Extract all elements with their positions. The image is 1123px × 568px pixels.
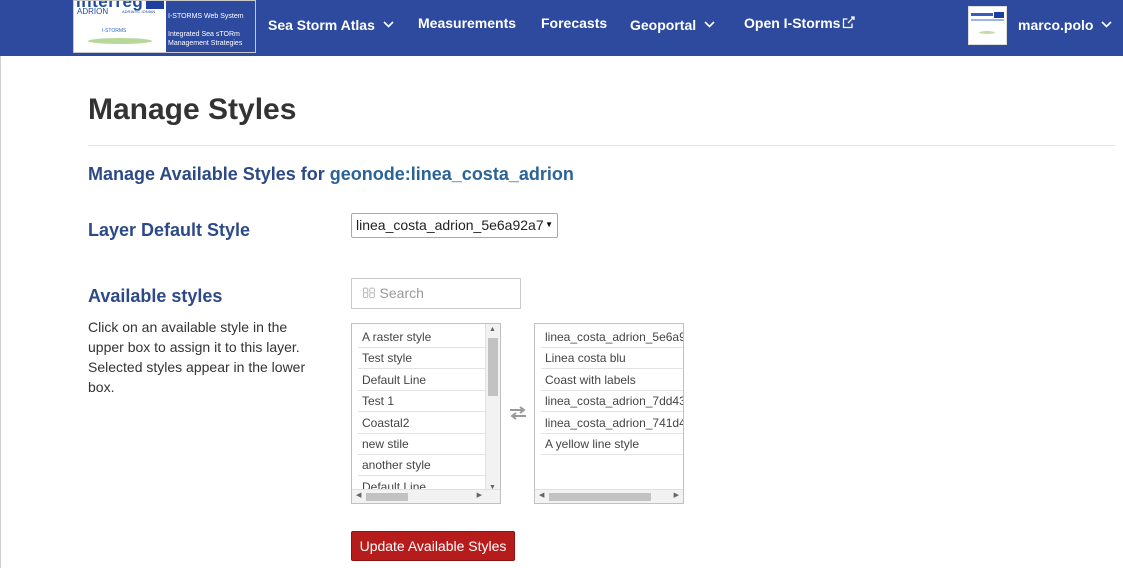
eu-flag-icon xyxy=(146,1,164,9)
select-arrow-icon: ▼ xyxy=(545,220,553,229)
update-styles-button[interactable]: Update Available Styles xyxy=(351,531,515,561)
logo-program-sub: ADRIATIC IONIAN xyxy=(122,9,156,14)
style-search-input[interactable]:  Search xyxy=(351,278,521,309)
scroll-left-icon[interactable]: ◀ xyxy=(356,491,361,499)
nav-label: Open I-Storms xyxy=(744,15,841,31)
logo-system-name: I-STORMS Web System xyxy=(168,13,244,20)
avatar-logo-bar xyxy=(971,13,993,16)
chevron-down-icon xyxy=(1101,15,1113,31)
style-list-item[interactable]: new stile xyxy=(358,434,486,455)
nav-open-istorms[interactable]: Open I-Storms xyxy=(744,15,856,32)
default-style-label: Layer Default Style xyxy=(88,220,251,240)
chevron-down-icon xyxy=(383,15,394,31)
logo-system-panel: I-STORMS Web System Integrated Sea sTORm… xyxy=(166,1,255,52)
logo-project: I-STORMS xyxy=(102,28,127,34)
nav-label: Geoportal xyxy=(630,17,697,33)
layer-name: geonode:linea_costa_adrion xyxy=(329,164,574,184)
heading-prefix: Manage Available Styles for xyxy=(88,164,325,184)
style-list-item[interactable]: linea_costa_adrion_7dd43 xyxy=(541,391,683,413)
style-list-item[interactable]: Linea costa blu xyxy=(541,348,683,370)
scrollbar-thumb[interactable] xyxy=(366,493,408,501)
available-styles-label: Available styles xyxy=(88,286,223,306)
style-list-item[interactable]: Test style xyxy=(358,348,486,370)
style-list-item[interactable]: Coastal2 xyxy=(358,413,486,434)
horizontal-scrollbar[interactable]: ◀ ▶ xyxy=(535,489,683,503)
avatar-logo-line xyxy=(971,19,1004,21)
scroll-up-icon[interactable]: ▲ xyxy=(489,326,496,333)
style-list-item[interactable]: Test 1 xyxy=(358,391,486,413)
nav-geoportal[interactable]: Geoportal xyxy=(630,15,715,33)
nav-forecasts[interactable]: Forecasts xyxy=(541,15,607,31)
scroll-right-icon[interactable]: ▶ xyxy=(477,491,482,499)
avatar-logo-wave xyxy=(979,31,995,34)
style-list-item[interactable]: Default Line xyxy=(358,370,486,391)
wave-icon xyxy=(88,38,152,44)
default-style-select[interactable]: linea_costa_adrion_5e6a92a7 ▼ xyxy=(351,213,558,238)
style-list-item[interactable]: A yellow line style xyxy=(541,434,683,455)
scrollbar-thumb[interactable] xyxy=(488,338,498,396)
nav-label: Sea Storm Atlas xyxy=(268,17,375,33)
nav-sea-storm-atlas[interactable]: Sea Storm Atlas xyxy=(268,15,394,33)
horizontal-scrollbar[interactable]: ◀ ▶ xyxy=(352,489,500,503)
scrollbar-thumb[interactable] xyxy=(549,493,651,501)
title-divider xyxy=(88,145,1115,146)
avatar-logo-flag xyxy=(994,12,1004,18)
logo-interreg-panel: interreg ADRION ADRIATIC IONIAN I-STORMS xyxy=(74,1,166,52)
style-list-item[interactable]: Coast with labels xyxy=(541,370,683,391)
vertical-scrollbar[interactable]: ▲ ▼ xyxy=(485,324,500,492)
swap-arrows-icon xyxy=(508,405,528,426)
search-placeholder:  Search xyxy=(362,285,424,301)
project-logo[interactable]: interreg ADRION ADRIATIC IONIAN I-STORMS… xyxy=(73,0,256,53)
user-avatar[interactable] xyxy=(968,6,1007,45)
available-styles-list[interactable]: A raster style Test style Default Line Test… xyxy=(351,323,501,504)
scroll-right-icon[interactable]: ▶ xyxy=(674,491,679,499)
selected-styles-list[interactable]: linea_costa_adrion_5e6a92a7Linea costa b… xyxy=(534,323,684,504)
nav-measurements[interactable]: Measurements xyxy=(418,15,516,31)
logo-tagline: Integrated Sea sTORm Management Strategi… xyxy=(168,31,243,47)
style-list-item[interactable]: A raster style xyxy=(358,327,486,348)
style-list-item[interactable]: linea_costa_adrion_741d4 xyxy=(541,413,683,434)
scroll-left-icon[interactable]: ◀ xyxy=(539,491,544,499)
page-title: Manage Styles xyxy=(88,93,297,126)
style-list-item[interactable]: linea_costa_adrion_5e6a92a7 xyxy=(541,327,683,348)
user-name: marco.polo xyxy=(1018,17,1094,33)
user-menu[interactable]: marco.polo xyxy=(1018,15,1113,33)
logo-program: ADRION xyxy=(77,7,109,16)
default-style-value: linea_costa_adrion_5e6a92a7 xyxy=(356,217,544,233)
chevron-down-icon xyxy=(704,15,715,31)
manage-styles-heading: Manage Available Styles for geonode:line… xyxy=(88,164,574,185)
external-link-icon xyxy=(842,16,856,32)
style-list-item[interactable]: another style xyxy=(358,455,486,477)
available-styles-help: Click on an available style in the upper… xyxy=(88,319,306,395)
page-left-border xyxy=(0,56,1,568)
top-navbar: interreg ADRION ADRIATIC IONIAN I-STORMS… xyxy=(0,0,1123,56)
